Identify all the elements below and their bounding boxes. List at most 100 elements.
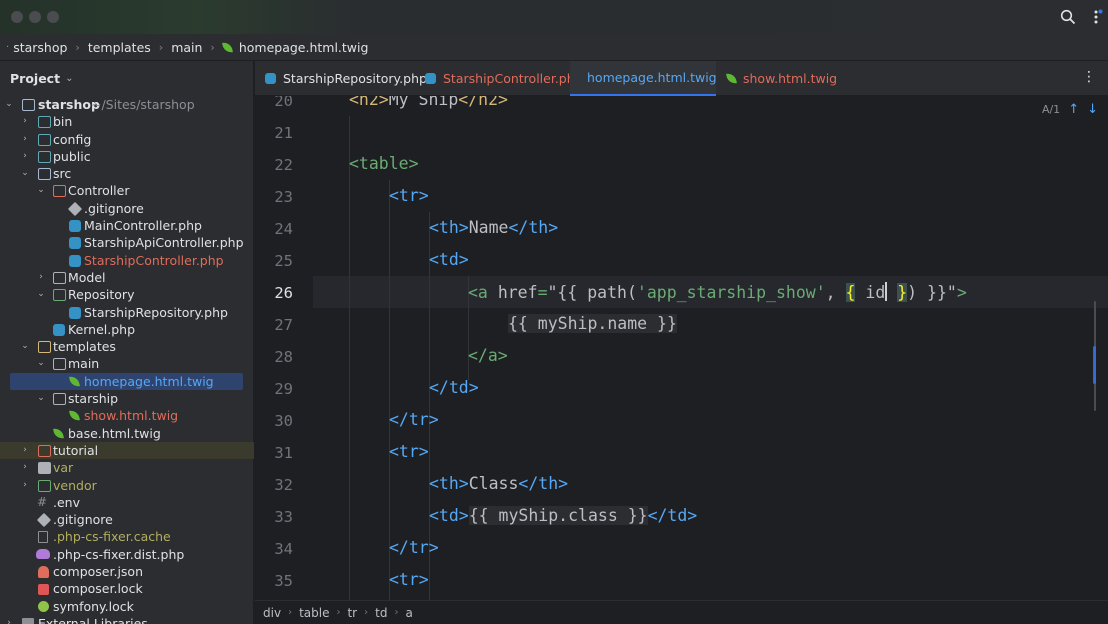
tree-item-model[interactable]: › Model [0, 269, 254, 286]
chevron-down-icon[interactable]: ⌄ [20, 338, 30, 355]
folder-icon [53, 358, 66, 371]
tree-item-symfony-lock[interactable]: symfony.lock [0, 598, 254, 615]
tree-item-var[interactable]: › var [0, 459, 254, 476]
close-window-button[interactable] [11, 11, 23, 23]
arrow-up-icon[interactable]: ↑ [1068, 102, 1079, 117]
chevron-right-icon[interactable]: › [20, 459, 30, 476]
tree-item-composer-json[interactable]: composer.json [0, 563, 254, 580]
search-icon[interactable] [1060, 9, 1076, 25]
chevron-right-icon[interactable]: › [20, 113, 30, 130]
chevron-right-icon: › [75, 40, 80, 54]
tree-item-phpcsfixer-dist[interactable]: .php-cs-fixer.dist.php [0, 546, 254, 563]
tree-item-label: public [53, 148, 91, 164]
tree-item-label: Model [68, 269, 106, 285]
tree-item-starshiprepository[interactable]: StarshipRepository.php [0, 304, 254, 321]
tree-item-external-libraries[interactable]: › External Libraries [0, 615, 254, 624]
tree-item-root-gitignore[interactable]: .gitignore [0, 511, 254, 528]
breadcrumb-item-templates[interactable]: templates [88, 40, 151, 55]
structure-item-table[interactable]: table [299, 606, 329, 620]
tree-item-public[interactable]: › public [0, 148, 254, 165]
navigation-breadcrumb: · starshop › templates › main › homepage… [0, 34, 1108, 61]
folder-icon [53, 271, 66, 284]
chevron-down-icon[interactable]: ⌄ [36, 182, 46, 199]
tree-item-label: .php-cs-fixer.cache [53, 529, 171, 545]
php-file-icon [265, 73, 276, 84]
arrow-down-icon[interactable]: ↓ [1087, 102, 1098, 117]
breadcrumb-item-project[interactable]: starshop [13, 40, 67, 55]
kebab-menu-icon[interactable] [1088, 9, 1104, 25]
tree-item-config[interactable]: › config [0, 131, 254, 148]
chevron-right-icon[interactable]: › [36, 269, 46, 286]
tree-item-starship[interactable]: ⌄ starship [0, 390, 254, 407]
git-icon [36, 513, 52, 528]
chevron-down-icon[interactable]: ⌄ [4, 96, 14, 113]
tree-item-controller[interactable]: ⌄ Controller [0, 182, 254, 199]
tree-item-homepage[interactable]: homepage.html.twig [10, 372, 243, 391]
structure-item-a[interactable]: a [405, 606, 412, 620]
chevron-right-icon[interactable]: › [4, 615, 14, 624]
minimize-window-button[interactable] [29, 11, 41, 23]
hash-icon: # [37, 494, 48, 509]
tree-item-env[interactable]: # .env [0, 494, 254, 511]
tree-item-label: show.html.twig [84, 408, 179, 424]
tree-item-tutorial[interactable]: › tutorial [0, 441, 254, 460]
code-editor[interactable]: 20 21 22 23 24 25 26 27 28 29 30 31 32 3… [255, 96, 1108, 600]
tab-show[interactable]: show.html.twig [726, 61, 837, 96]
tree-item-vendor[interactable]: › vendor [0, 477, 254, 494]
chevron-down-icon[interactable]: ⌄ [20, 165, 30, 182]
chevron-right-icon[interactable]: › [20, 477, 30, 494]
line-number-gutter[interactable]: 20 21 22 23 24 25 26 27 28 29 30 31 32 3… [255, 96, 313, 600]
editor-scrollbar-thumb[interactable] [1093, 346, 1096, 384]
chevron-down-icon[interactable]: ⌄ [36, 390, 46, 407]
tree-item-base[interactable]: base.html.twig [0, 425, 254, 442]
tree-item-starshipcontroller[interactable]: StarshipController.php [0, 252, 254, 269]
tree-item-phpcsfixer-cache[interactable]: .php-cs-fixer.cache [0, 528, 254, 545]
structure-item-tr[interactable]: tr [347, 606, 357, 620]
tab-starshiprepository[interactable]: StarshipRepository.php [265, 61, 427, 96]
chevron-right-icon[interactable]: › [20, 442, 30, 459]
indent-guide [349, 116, 350, 600]
line-number: 28 [274, 348, 293, 366]
line-number: 33 [274, 508, 293, 526]
breadcrumb-item-file[interactable]: homepage.html.twig [239, 40, 369, 55]
tree-item-starshop[interactable]: ⌄ starshop ~/Sites/starshop [0, 96, 254, 113]
twig-file-icon [221, 40, 233, 54]
tab-starshipcontroller[interactable]: StarshipController.php [425, 61, 583, 96]
code-line-31: <tr> [389, 442, 429, 461]
tree-item-src[interactable]: ⌄ src [0, 165, 254, 182]
tabs-more-icon[interactable]: ⋮ [1082, 69, 1096, 85]
line-number: 29 [274, 380, 293, 398]
code-line-30: </tr> [389, 410, 439, 429]
tree-item-main[interactable]: ⌄ main [0, 355, 254, 372]
tree-item-label: External Libraries [38, 615, 148, 624]
tree-item-label: starship [68, 391, 119, 407]
project-panel-header[interactable]: Project ⌄ [0, 61, 253, 95]
tree-item-repository[interactable]: ⌄ Repository [0, 286, 254, 303]
tree-item-gitignore[interactable]: .gitignore [0, 200, 254, 217]
zoom-window-button[interactable] [47, 11, 59, 23]
line-number: 21 [274, 124, 293, 142]
chevron-down-icon[interactable]: ⌄ [36, 355, 46, 372]
text-caret [885, 282, 888, 301]
attribute-name: href [497, 283, 538, 302]
tree-item-maincontroller[interactable]: MainController.php [0, 217, 254, 234]
chevron-right-icon[interactable]: › [20, 148, 30, 165]
chevron-right-icon[interactable]: › [20, 131, 30, 148]
php-file-icon [69, 237, 81, 250]
title-bar [0, 0, 1108, 34]
breadcrumb-item-main[interactable]: main [171, 40, 202, 55]
tree-item-bin[interactable]: › bin [0, 113, 254, 130]
chevron-down-icon[interactable]: ⌄ [36, 286, 46, 303]
tree-item-label: bin [53, 114, 73, 130]
tree-item-label: StarshipApiController.php [84, 235, 244, 251]
structure-item-div[interactable]: div [263, 606, 281, 620]
tree-item-show[interactable]: show.html.twig [0, 407, 254, 424]
twig-expression-close: ) }}" [907, 283, 957, 302]
tree-item-templates[interactable]: ⌄ templates [0, 338, 254, 355]
inspection-widget[interactable]: A/1 ↑ ↓ [1042, 102, 1098, 117]
structure-item-td[interactable]: td [375, 606, 387, 620]
tree-item-kernel[interactable]: Kernel.php [0, 321, 254, 338]
tree-item-starshipapicontroller[interactable]: StarshipApiController.php [0, 234, 254, 251]
tree-item-composer-lock[interactable]: composer.lock [0, 580, 254, 597]
tab-homepage[interactable]: homepage.html.twig [570, 61, 717, 96]
